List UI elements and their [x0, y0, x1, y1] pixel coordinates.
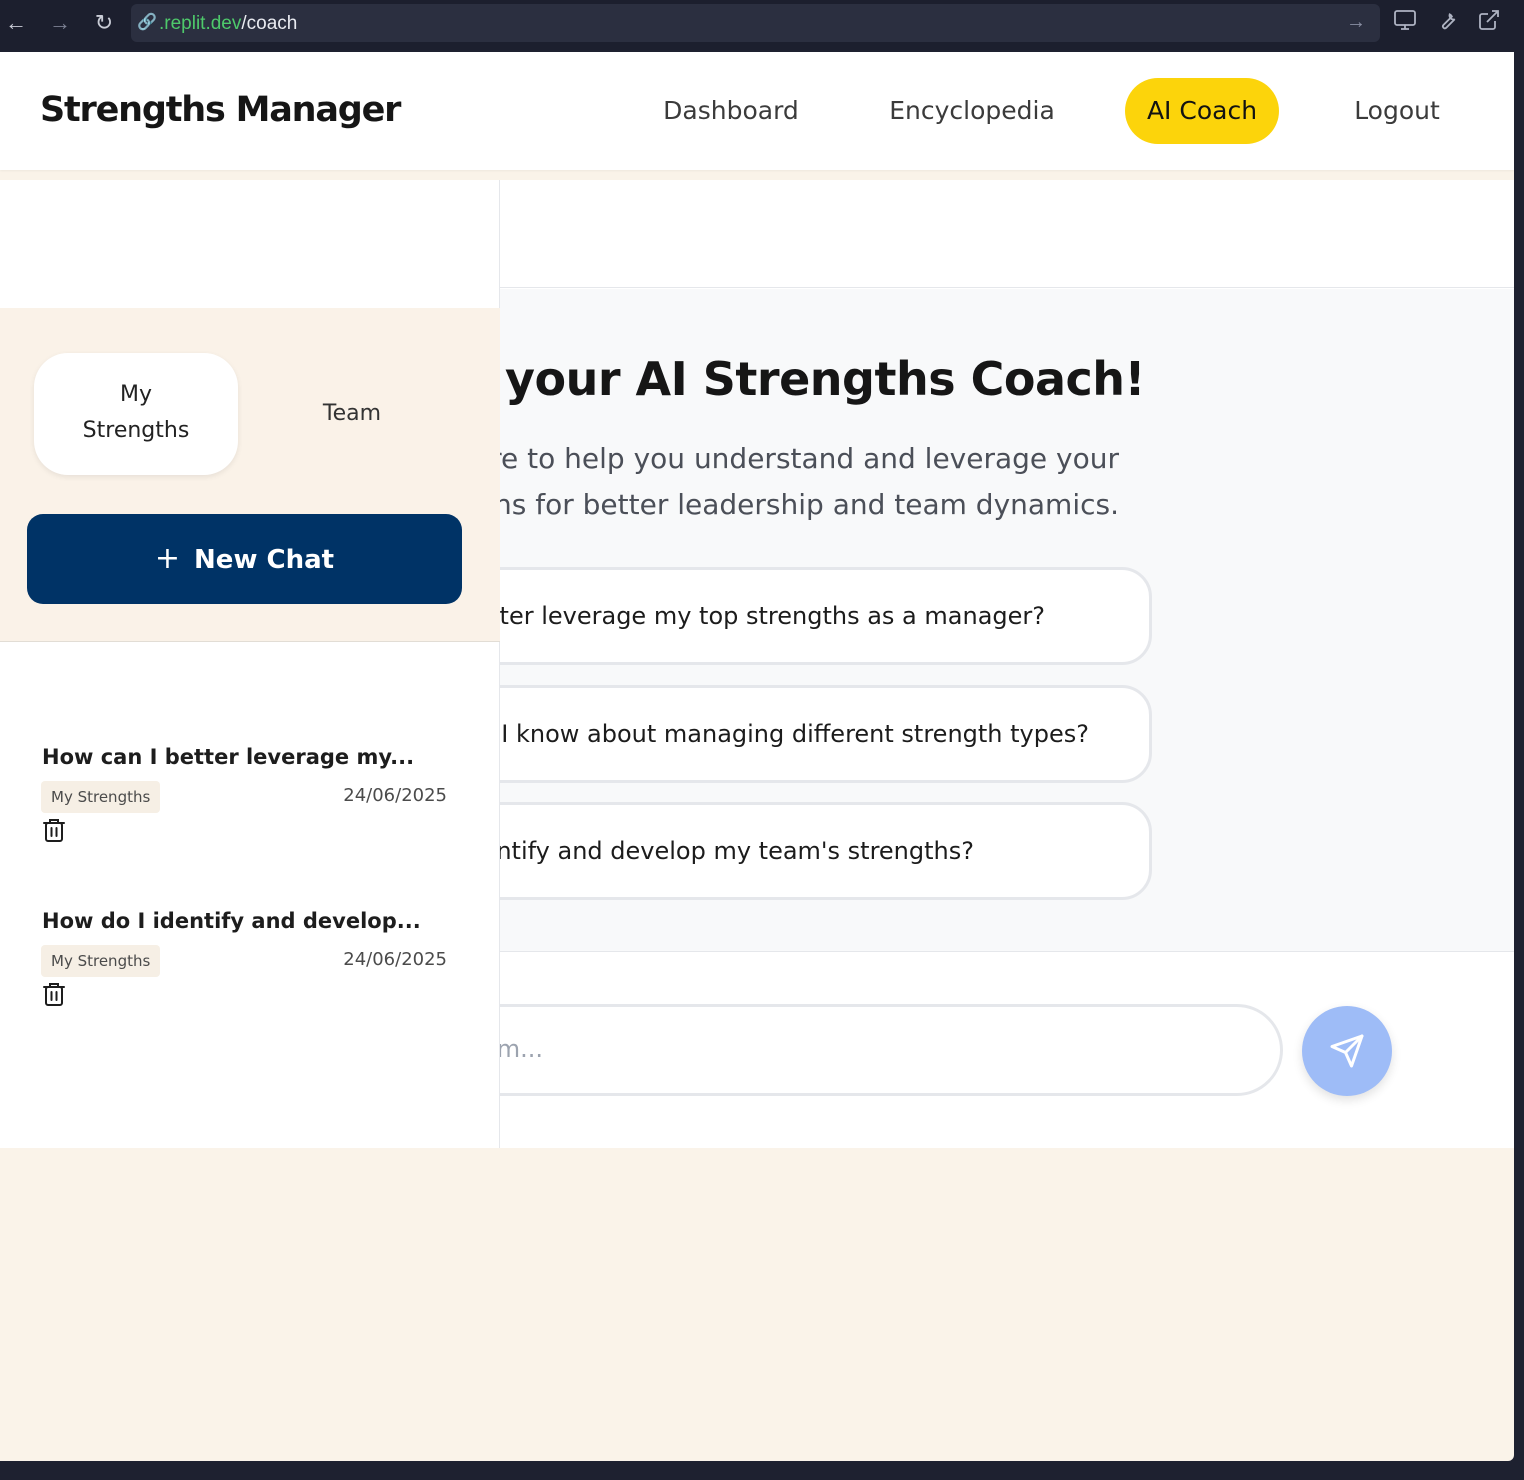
go-arrow-icon[interactable]: → — [1346, 11, 1366, 34]
tab-team[interactable]: Team — [282, 396, 422, 432]
trash-icon[interactable] — [42, 981, 66, 1007]
url-text: .replit.dev/coach — [159, 13, 298, 34]
trash-icon[interactable] — [42, 817, 66, 843]
sidebar-controls: My Strengths Team + New Chat — [0, 308, 500, 642]
chat-title: How can I better leverage my... — [42, 745, 415, 769]
reload-icon[interactable]: ↻ — [90, 9, 118, 37]
coach-card: me to your AI Strengths Coach! ere to he… — [0, 180, 1514, 1148]
nav-encyclopedia[interactable]: Encyclopedia — [880, 78, 1064, 144]
tab-my-strengths[interactable]: My Strengths — [34, 353, 238, 475]
new-chat-label: New Chat — [194, 545, 335, 575]
external-link-icon[interactable] — [1474, 8, 1504, 38]
monitor-icon[interactable] — [1390, 8, 1420, 38]
window-edge — [0, 1461, 1524, 1480]
new-chat-button[interactable]: + New Chat — [27, 514, 462, 604]
app-header: Strengths Manager Dashboard Encyclopedia… — [0, 52, 1514, 170]
send-icon — [1330, 1034, 1364, 1068]
plus-icon: + — [154, 541, 181, 576]
chat-title: How do I identify and develop... — [42, 909, 421, 933]
chat-date: 24/06/2025 — [343, 949, 447, 970]
wrench-icon[interactable] — [1432, 8, 1462, 38]
nav-dashboard[interactable]: Dashboard — [650, 78, 812, 144]
brand-logo[interactable]: Strengths Manager — [40, 90, 401, 130]
chat-date: 24/06/2025 — [343, 785, 447, 806]
back-icon[interactable]: ← — [2, 9, 30, 37]
chat-tag: My Strengths — [41, 781, 161, 813]
link-icon: 🔗 — [137, 14, 157, 31]
chat-history-item[interactable]: How do I identify and develop... My Stre… — [0, 909, 500, 1049]
chat-tag: My Strengths — [41, 945, 161, 977]
address-bar[interactable]: 🔗 .replit.dev/coach → — [131, 4, 1380, 42]
nav-logout[interactable]: Logout — [1340, 78, 1454, 144]
suggestion-label: better leverage my top strengths as a ma… — [460, 602, 1045, 630]
browser-toolbar: ← → ↻ 🔗 .replit.dev/coach → — [0, 0, 1524, 50]
chat-history-sidebar: My Strengths Team + New Chat How can I be… — [0, 180, 500, 1148]
send-button[interactable] — [1302, 1006, 1392, 1096]
tab-my-strengths-label: My Strengths — [82, 382, 190, 443]
suggestion-label: uld I know about managing different stre… — [456, 720, 1089, 748]
forward-icon[interactable]: → — [46, 9, 74, 37]
chat-history-item[interactable]: How can I better leverage my... My Stren… — [0, 745, 500, 885]
window-edge — [1514, 52, 1524, 1480]
suggestion-label: dentify and develop my team's strengths? — [466, 837, 974, 865]
page-viewport: Strengths Manager Dashboard Encyclopedia… — [0, 52, 1514, 1461]
nav-ai-coach[interactable]: AI Coach — [1125, 78, 1279, 144]
